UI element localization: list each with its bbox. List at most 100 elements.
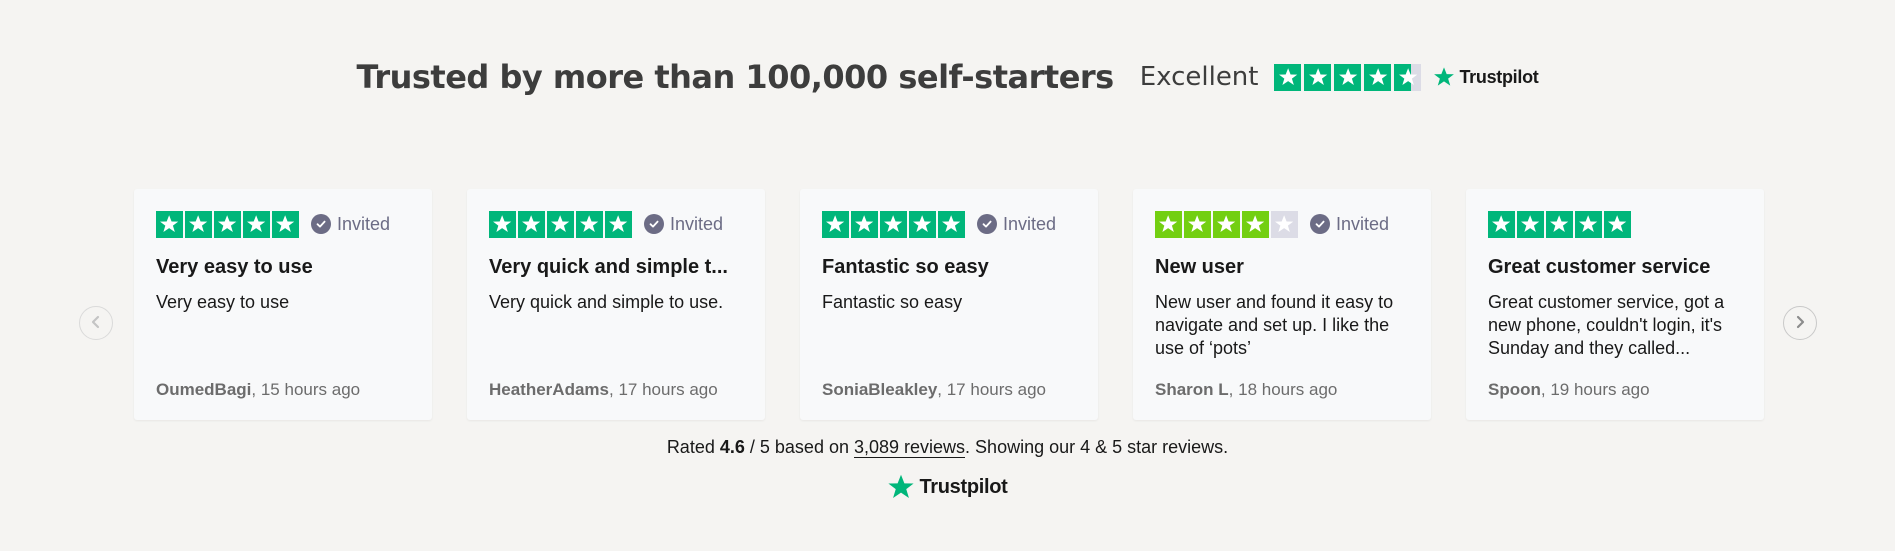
star-icon [1575, 210, 1602, 238]
summary-score: 4.6 [719, 437, 745, 457]
footer-trustpilot-logo[interactable]: Trustpilot [887, 473, 1008, 501]
review-title: Very easy to use [156, 256, 313, 278]
star-icon [1604, 210, 1631, 238]
rating-word: Excellent [1139, 62, 1259, 92]
trustpilot-star-icon [1433, 66, 1455, 88]
review-title: New user [1155, 256, 1244, 278]
star-icon [214, 210, 241, 238]
carousel-next-button[interactable] [1783, 306, 1817, 340]
review-card[interactable]: Invited New user New user and found it eas… [1133, 189, 1431, 420]
trustpilot-wordmark: Trustpilot [1459, 66, 1539, 87]
review-card-header: Invited [489, 210, 743, 238]
carousel-prev-button[interactable] [79, 306, 113, 340]
invited-badge: Invited [644, 214, 723, 235]
review-card-header: Invited [156, 210, 410, 238]
rating-summary: Rated 4.6 / 5 based on 3,089 reviews. Sh… [0, 437, 1895, 458]
review-author: HeatherAdams [489, 380, 609, 399]
page-title: Trusted by more than 100,000 self-starte… [356, 58, 1115, 96]
star-icon [822, 210, 849, 238]
review-meta: Sharon L, 18 hours ago [1155, 380, 1337, 400]
star-icon [518, 210, 545, 238]
review-card[interactable]: Invited Very easy to use Very easy to use O… [134, 189, 432, 420]
review-meta: OumedBagi, 15 hours ago [156, 380, 360, 400]
summary-prefix: Rated [666, 437, 720, 457]
star-icon [1488, 210, 1515, 238]
star-icon [1271, 210, 1298, 238]
star-icon [1394, 63, 1422, 91]
star-icon [1364, 63, 1392, 91]
star-icon [576, 210, 603, 238]
star-icon [1184, 210, 1211, 238]
review-title: Very quick and simple t... [489, 256, 728, 278]
star-icon [909, 210, 936, 238]
star-icon [880, 210, 907, 238]
review-body: New user and found it easy to navigate a… [1155, 292, 1394, 358]
review-meta: SoniaBleakley, 17 hours ago [822, 380, 1046, 400]
summary-scale: / 5 based on [744, 437, 854, 457]
star-icon [1517, 210, 1544, 238]
invited-badge: Invited [977, 214, 1056, 235]
star-icon [489, 210, 516, 238]
review-card-header [1488, 210, 1742, 238]
review-time: , 17 hours ago [609, 380, 718, 399]
star-icon [1334, 63, 1362, 91]
summary-suffix: . Showing our 4 & 5 star reviews. [965, 437, 1229, 457]
invited-badge: Invited [311, 214, 390, 235]
footer-trustpilot-logo-wrap: Trustpilot [0, 473, 1895, 501]
star-icon [272, 210, 299, 238]
review-time: , 15 hours ago [251, 380, 361, 399]
check-circle-icon [644, 214, 664, 234]
review-author: Spoon [1488, 380, 1541, 399]
star-icon [156, 210, 183, 238]
star-icon [1242, 210, 1269, 238]
review-author: SoniaBleakley [822, 380, 938, 399]
star-icon [547, 210, 574, 238]
star-icon [938, 210, 965, 238]
star-icon [1304, 63, 1332, 91]
check-circle-icon [977, 214, 997, 234]
review-time: , 17 hours ago [937, 380, 1046, 399]
star-icon [605, 210, 632, 238]
star-icon [1546, 210, 1573, 238]
review-card-header: Invited [822, 210, 1076, 238]
star-icon [243, 210, 270, 238]
check-circle-icon [311, 214, 331, 234]
invited-label: Invited [1336, 213, 1390, 234]
header: Trusted by more than 100,000 self-starte… [0, 58, 1895, 96]
review-body: Great customer service, got a new phone,… [1488, 292, 1725, 358]
review-body: Very easy to use [156, 292, 290, 312]
review-time: , 19 hours ago [1540, 380, 1650, 399]
trustpilot-logo[interactable]: Trustpilot [1433, 66, 1539, 88]
review-star-rating [1488, 210, 1631, 238]
review-title: Great customer service [1488, 256, 1711, 278]
review-title: Fantastic so easy [822, 256, 989, 278]
review-card[interactable]: Great customer service Great customer ser… [1466, 189, 1764, 420]
chevron-left-icon [89, 315, 103, 332]
star-icon [185, 210, 212, 238]
review-meta: Spoon, 19 hours ago [1488, 380, 1650, 400]
review-time: , 18 hours ago [1228, 380, 1338, 399]
header-star-rating [1274, 63, 1422, 91]
review-star-rating [156, 210, 299, 238]
review-star-rating [822, 210, 965, 238]
check-circle-icon [1310, 214, 1330, 234]
review-card-header: Invited [1155, 210, 1409, 238]
review-meta: HeatherAdams, 17 hours ago [489, 380, 718, 400]
review-author: Sharon L [1155, 380, 1229, 399]
chevron-right-icon [1793, 315, 1807, 332]
star-icon [851, 210, 878, 238]
review-body: Fantastic so easy [822, 292, 963, 312]
invited-label: Invited [337, 213, 391, 234]
review-card[interactable]: Invited Very quick and simple t... Very qu… [467, 189, 765, 420]
invited-badge: Invited [1310, 214, 1389, 235]
review-card[interactable]: Invited Fantastic so easy Fantastic so eas… [800, 189, 1098, 420]
review-body: Very quick and simple to use. [489, 292, 724, 312]
star-icon [1274, 63, 1302, 91]
star-icon [1213, 210, 1240, 238]
review-star-rating [1155, 210, 1298, 238]
review-star-rating [489, 210, 632, 238]
invited-label: Invited [1003, 213, 1057, 234]
reviews-count-link[interactable]: 3,089 reviews [853, 437, 966, 458]
star-icon [1155, 210, 1182, 238]
footer-trustpilot-wordmark: Trustpilot [919, 475, 1008, 498]
